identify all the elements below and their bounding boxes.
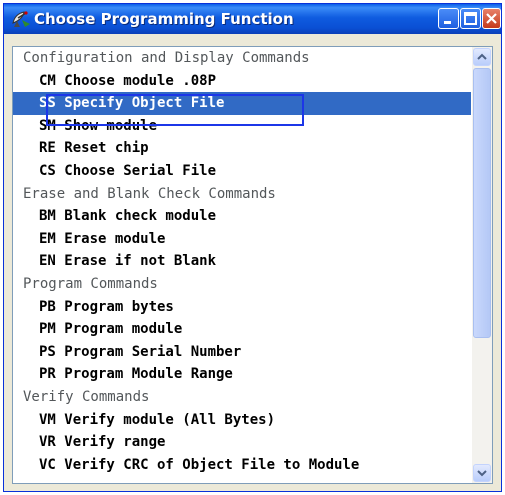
list-item-pb[interactable]: PB Program bytes	[13, 296, 471, 319]
function-list: Configuration and Display Commands CM Cho…	[13, 47, 471, 476]
list-item-cs[interactable]: CS Choose Serial File	[13, 160, 471, 183]
list-item-bm[interactable]: BM Blank check module	[13, 205, 471, 228]
title-bar[interactable]: Choose Programming Function	[4, 4, 501, 34]
satellite-dish-icon	[11, 10, 31, 28]
list-item-pm[interactable]: PM Program module	[13, 318, 471, 341]
window-title: Choose Programming Function	[34, 10, 294, 28]
list-item-ps[interactable]: PS Program Serial Number	[13, 341, 471, 364]
list-item-vr[interactable]: VR Verify range	[13, 431, 471, 454]
scroll-up-button[interactable]	[473, 48, 491, 66]
section-header: Erase and Blank Check Commands	[23, 185, 276, 202]
list-item-re[interactable]: RE Reset chip	[13, 137, 471, 160]
list-item-cm[interactable]: CM Choose module .08P	[13, 70, 471, 93]
list-item-vm[interactable]: VM Verify module (All Bytes)	[13, 409, 471, 432]
function-listbox[interactable]: Configuration and Display Commands CM Cho…	[12, 46, 493, 484]
scroll-down-button[interactable]	[473, 464, 491, 482]
minimize-button[interactable]	[438, 8, 459, 29]
dialog-window: Choose Programming Function Configuratio…	[3, 3, 502, 492]
section-header: Program Commands	[23, 275, 158, 292]
vertical-scrollbar[interactable]	[472, 47, 492, 483]
close-button[interactable]	[482, 8, 501, 29]
scrollbar-thumb[interactable]	[473, 68, 491, 338]
list-item-ss[interactable]: SS Specify Object File	[13, 92, 471, 115]
list-item-en[interactable]: EN Erase if not Blank	[13, 250, 471, 273]
section-header: Configuration and Display Commands	[23, 50, 310, 66]
maximize-button[interactable]	[460, 8, 481, 29]
list-item-sm[interactable]: SM Show module	[13, 115, 471, 138]
section-header: Verify Commands	[23, 388, 150, 405]
list-item-vc[interactable]: VC Verify CRC of Object File to Module	[13, 454, 471, 477]
list-item-pr[interactable]: PR Program Module Range	[13, 363, 471, 386]
list-item-em[interactable]: EM Erase module	[13, 228, 471, 251]
